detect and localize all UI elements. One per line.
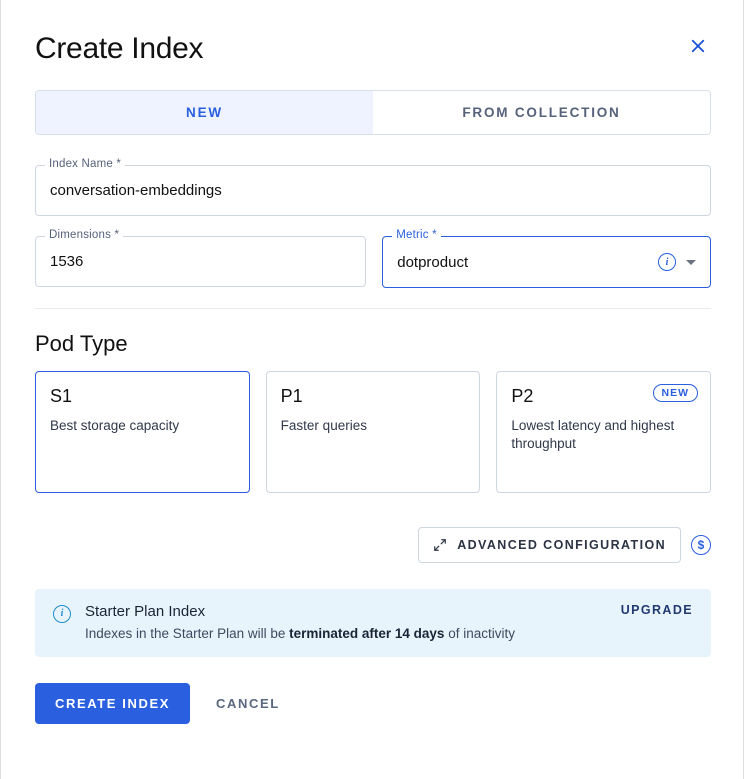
index-name-label: Index Name * [45,158,125,170]
banner-title: Starter Plan Index [85,603,607,620]
metric-select[interactable]: dotproduct i [382,236,711,288]
pod-type-grid: S1 Best storage capacity P1 Faster queri… [35,371,711,493]
pod-name: P1 [281,386,466,407]
pod-card-s1[interactable]: S1 Best storage capacity [35,371,250,493]
page-title: Create Index [35,32,203,66]
info-icon[interactable]: i [658,253,676,271]
index-name-field-wrapper: Index Name * [35,165,711,216]
pod-card-p2[interactable]: NEW P2 Lowest latency and highest throug… [496,371,711,493]
advanced-config-button[interactable]: ADVANCED CONFIGURATION [418,527,681,563]
tab-from-collection[interactable]: FROM COLLECTION [373,91,710,134]
metric-field-wrapper: Metric * dotproduct i [382,236,711,288]
tab-new[interactable]: NEW [36,91,373,134]
close-icon [689,37,707,55]
expand-icon [433,538,447,552]
pod-desc: Lowest latency and highest throughput [511,417,696,453]
pod-name: S1 [50,386,235,407]
pricing-icon[interactable]: $ [691,535,711,555]
cancel-button[interactable]: CANCEL [216,696,280,711]
pod-desc: Faster queries [281,417,466,435]
pod-type-title: Pod Type [35,331,711,357]
dimensions-input[interactable] [35,236,366,287]
dimensions-field-wrapper: Dimensions * [35,236,366,288]
divider [35,308,711,309]
create-index-button[interactable]: CREATE INDEX [35,683,190,724]
upgrade-link[interactable]: UPGRADE [621,603,693,617]
source-tabs: NEW FROM COLLECTION [35,90,711,135]
chevron-down-icon [686,260,696,265]
metric-label: Metric * [392,229,441,241]
advanced-config-label: ADVANCED CONFIGURATION [457,538,666,552]
close-button[interactable] [685,33,711,65]
index-name-input[interactable] [35,165,711,216]
new-badge: NEW [653,384,699,402]
banner-text: Indexes in the Starter Plan will be term… [85,626,607,641]
dimensions-label: Dimensions * [45,229,123,241]
pod-card-p1[interactable]: P1 Faster queries [266,371,481,493]
metric-value: dotproduct [397,254,468,271]
starter-plan-banner: i Starter Plan Index Indexes in the Star… [35,589,711,657]
pod-desc: Best storage capacity [50,417,235,435]
banner-info-icon: i [53,603,71,623]
